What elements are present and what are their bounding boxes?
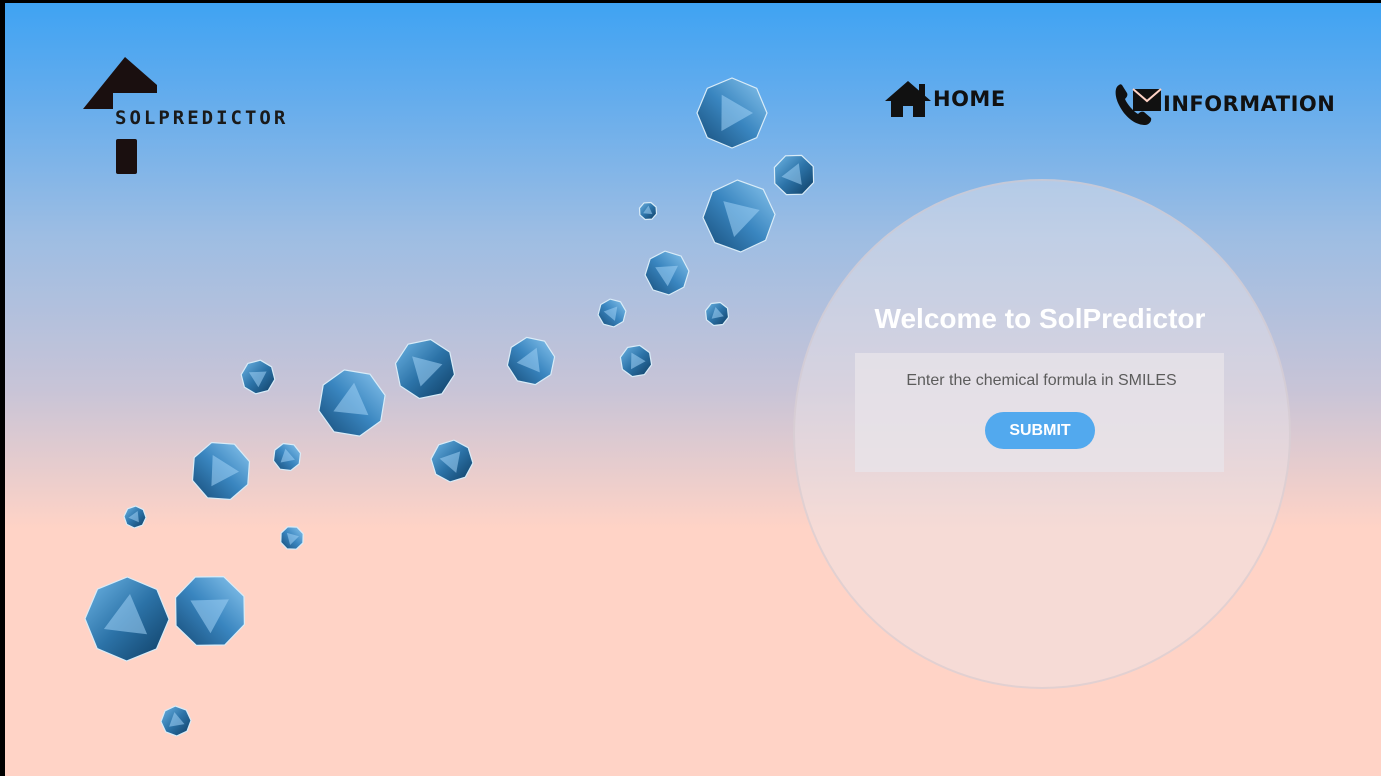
nav-home-label: HOME bbox=[933, 87, 1006, 111]
nav-information-link[interactable]: INFORMATION bbox=[1113, 81, 1335, 127]
submit-button[interactable]: SUBMIT bbox=[985, 412, 1095, 449]
house-icon bbox=[885, 81, 931, 117]
nav-information-label: INFORMATION bbox=[1163, 92, 1336, 116]
smiles-input[interactable] bbox=[855, 367, 1228, 395]
nav-home-link[interactable]: HOME bbox=[883, 79, 1006, 119]
brand-name: SOLPREDICTOR bbox=[115, 107, 289, 129]
phone-envelope-icon bbox=[1115, 84, 1162, 125]
smiles-form: SUBMIT bbox=[855, 353, 1228, 472]
page-viewport: SOLPREDICTOR HOME INFORMATION Welcome to… bbox=[5, 3, 1381, 776]
welcome-title: Welcome to SolPredictor bbox=[874, 303, 1206, 334]
solpredictor-logo[interactable]: SOLPREDICTOR bbox=[83, 57, 358, 179]
